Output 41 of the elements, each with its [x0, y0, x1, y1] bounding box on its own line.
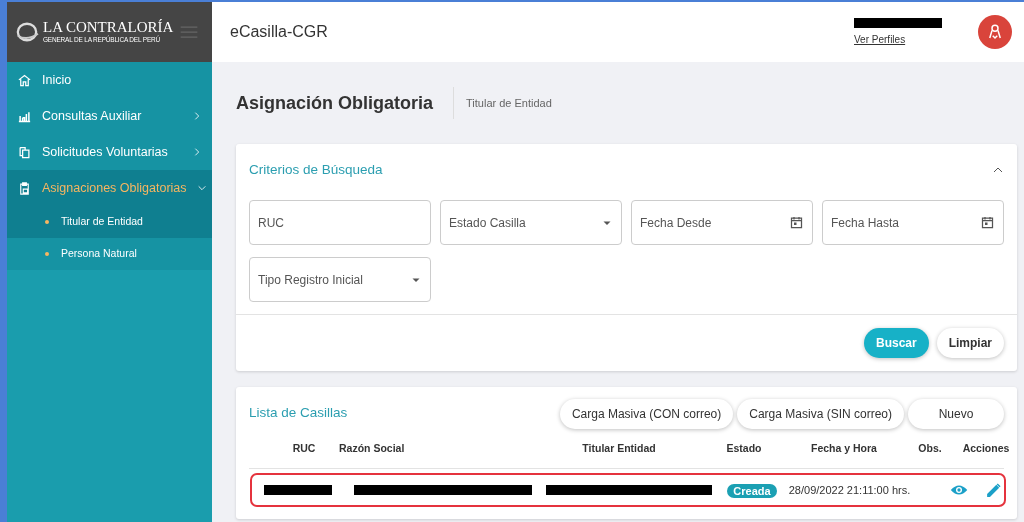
- copy-icon: [17, 144, 32, 160]
- table-row[interactable]: Creada 28/09/2022 21:11:00 hrs.: [252, 475, 1004, 506]
- brand-title: LA CONTRALORÍA: [43, 19, 174, 35]
- column-header: Titular Entidad: [581, 440, 657, 456]
- column-header: Fecha y Hora: [810, 440, 878, 456]
- profiles-link[interactable]: Ver Perfiles: [854, 31, 906, 47]
- date-field[interactable]: Fecha Hasta: [822, 200, 1004, 246]
- upload-button[interactable]: Carga Masiva (CON correo): [559, 399, 734, 430]
- home-icon: [17, 72, 32, 88]
- user-icon: [986, 23, 1004, 41]
- submenu-item[interactable]: Persona Natural: [7, 238, 212, 270]
- clear-button[interactable]: Limpiar: [936, 328, 1004, 359]
- calendar-icon: [789, 215, 804, 231]
- app-title: eCasilla-CGR: [230, 22, 328, 42]
- logo-icon: [15, 21, 39, 43]
- input-field[interactable]: RUC: [249, 200, 431, 246]
- select-field[interactable]: Tipo Registro Inicial: [249, 257, 431, 303]
- card-title: Criterios de Búsqueda: [249, 161, 383, 179]
- column-header: Acciones: [961, 440, 1011, 456]
- table-cell-text: 28/09/2022 21:11:00 hrs.: [787, 483, 912, 498]
- avatar[interactable]: [978, 15, 1012, 49]
- page-title: Asignación Obligatoria: [236, 87, 455, 119]
- sidebar-item[interactable]: Inicio: [7, 62, 212, 98]
- card-title: Lista de Casillas: [249, 404, 349, 423]
- upload-button[interactable]: Carga Masiva (SIN correo): [737, 399, 904, 430]
- submenu-item[interactable]: Titular de Entidad: [7, 206, 212, 238]
- sidebar-item[interactable]: Consultas Auxiliar: [7, 98, 212, 134]
- new-button[interactable]: Nuevo: [908, 399, 1004, 430]
- redaction-bar: [264, 485, 332, 496]
- select-field[interactable]: Estado Casilla: [440, 200, 622, 246]
- clipboard-icon: [17, 180, 32, 196]
- column-header: Obs.: [917, 440, 943, 456]
- column-header: Razón Social: [339, 440, 406, 456]
- status-badge: Creada: [727, 484, 777, 499]
- calendar-icon: [980, 215, 995, 231]
- column-header: RUC: [291, 440, 317, 456]
- date-field[interactable]: Fecha Desde: [631, 200, 813, 246]
- edit-icon[interactable]: [985, 481, 1002, 499]
- sidebar-item[interactable]: Solicitudes Voluntarias: [7, 134, 212, 170]
- breadcrumb: Titular de Entidad: [465, 95, 552, 111]
- column-header: Estado: [725, 440, 763, 456]
